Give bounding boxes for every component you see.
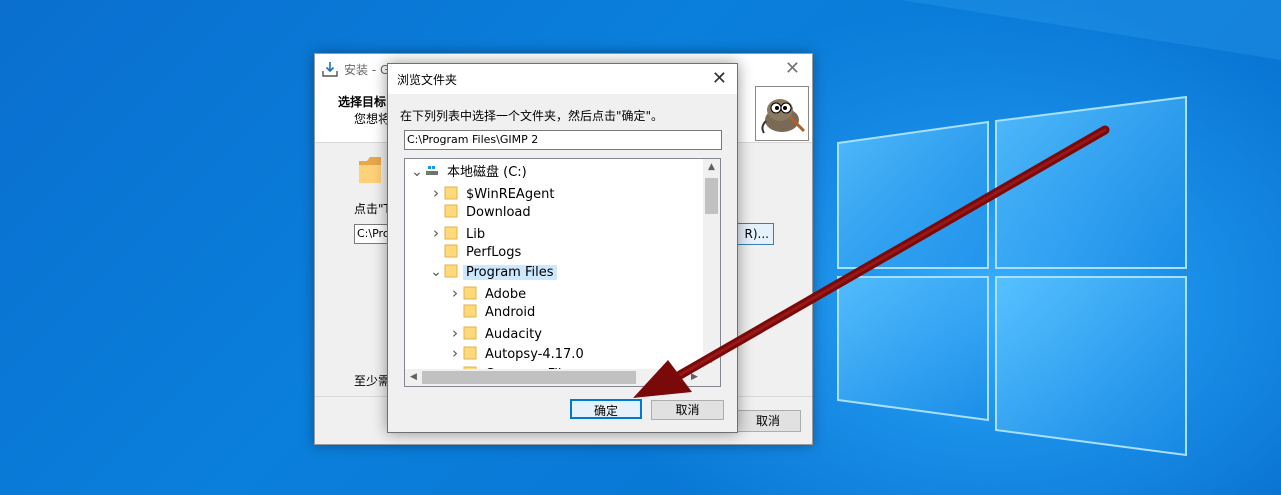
folder-icon	[444, 226, 458, 240]
tree-item-label: $WinREAgent	[466, 187, 555, 202]
chevron-right-icon[interactable]: ›	[428, 223, 444, 243]
scroll-left-icon[interactable]: ◀	[405, 369, 422, 386]
chevron-right-icon[interactable]: ›	[447, 343, 463, 363]
folder-icon	[444, 244, 458, 258]
horizontal-scrollbar[interactable]: ◀ ▶	[405, 369, 703, 386]
tree-item[interactable]: › Audacity	[447, 323, 545, 343]
tree-item[interactable]: ⌄ Program Files	[428, 263, 557, 283]
scroll-down-icon[interactable]: ▼	[703, 352, 720, 369]
vertical-scrollbar[interactable]: ▲ ▼	[703, 159, 720, 369]
tree-item[interactable]: Download	[428, 203, 534, 223]
folder-icon	[463, 304, 477, 318]
tree-item-label: Android	[485, 305, 536, 320]
close-icon[interactable]: ✕	[785, 58, 800, 79]
ok-button[interactable]: 确定	[570, 399, 642, 419]
scroll-up-icon[interactable]: ▲	[703, 159, 720, 176]
installer-cancel-button[interactable]: 取消	[735, 410, 801, 432]
tree-item[interactable]: ⌄ 本地磁盘 (C:)	[409, 163, 530, 183]
chevron-right-icon[interactable]: ›	[447, 283, 463, 303]
selected-path-field[interactable]: C:\Program Files\GIMP 2	[404, 130, 722, 150]
chevron-down-icon[interactable]: ⌄	[409, 165, 425, 179]
install-icon	[322, 62, 338, 77]
drive-icon	[426, 166, 438, 175]
tree-item[interactable]: Android	[447, 303, 538, 323]
dialog-titlebar[interactable]: 浏览文件夹 ✕	[388, 64, 737, 94]
dialog-instruction: 在下列列表中选择一个文件夹，然后点击"确定"。	[400, 109, 664, 123]
folder-icon	[463, 326, 477, 340]
chevron-down-icon[interactable]: ⌄	[428, 265, 444, 279]
page-title: 选择目标	[338, 95, 387, 109]
tree-item-label: Audacity	[485, 327, 542, 342]
folder-tree[interactable]: ⌄ 本地磁盘 (C:) › $WinREAgent Download › Lib PerfLo…	[404, 158, 721, 387]
tree-item-label: PerfLogs	[466, 245, 522, 260]
dialog-cancel-button[interactable]: 取消	[651, 400, 724, 420]
disk-space-text: 至少需	[354, 374, 391, 388]
scroll-right-icon[interactable]: ▶	[686, 369, 703, 386]
scrollbar-thumb[interactable]	[705, 178, 718, 214]
dialog-title: 浏览文件夹	[397, 73, 458, 87]
folder-icon	[444, 204, 458, 218]
installer-title: 安装 - G	[344, 63, 390, 77]
tree-item[interactable]: › Lib	[428, 223, 488, 243]
tree-item-label: Autopsy-4.17.0	[485, 347, 584, 362]
folder-icon	[359, 157, 381, 183]
tree-item-label: Lib	[466, 227, 486, 242]
folder-icon	[444, 264, 458, 278]
close-icon[interactable]: ✕	[712, 68, 727, 89]
tree-item[interactable]: › $WinREAgent	[428, 183, 557, 203]
chevron-right-icon[interactable]: ›	[447, 323, 463, 343]
folder-icon	[463, 286, 477, 300]
tree-item-label: 本地磁盘 (C:)	[447, 165, 527, 180]
scrollbar-thumb[interactable]	[422, 371, 636, 384]
folder-icon	[444, 186, 458, 200]
folder-icon	[463, 346, 477, 360]
instruction-text: 点击"T	[354, 202, 391, 216]
page-subtitle: 您想将	[354, 112, 391, 126]
gimp-logo	[755, 86, 809, 141]
tree-item-label: Adobe	[485, 287, 527, 302]
scrollbar-corner	[703, 369, 720, 386]
tree-item[interactable]: › Adobe	[447, 283, 529, 303]
tree-item[interactable]: PerfLogs	[428, 243, 524, 263]
tree-item-label: Download	[466, 205, 531, 220]
tree-item[interactable]: › Autopsy-4.17.0	[447, 343, 587, 363]
chevron-right-icon[interactable]: ›	[428, 183, 444, 203]
tree-item-label: Program Files	[463, 265, 557, 280]
browse-folder-dialog: 浏览文件夹 ✕ 在下列列表中选择一个文件夹，然后点击"确定"。 C:\Progr…	[387, 63, 738, 433]
